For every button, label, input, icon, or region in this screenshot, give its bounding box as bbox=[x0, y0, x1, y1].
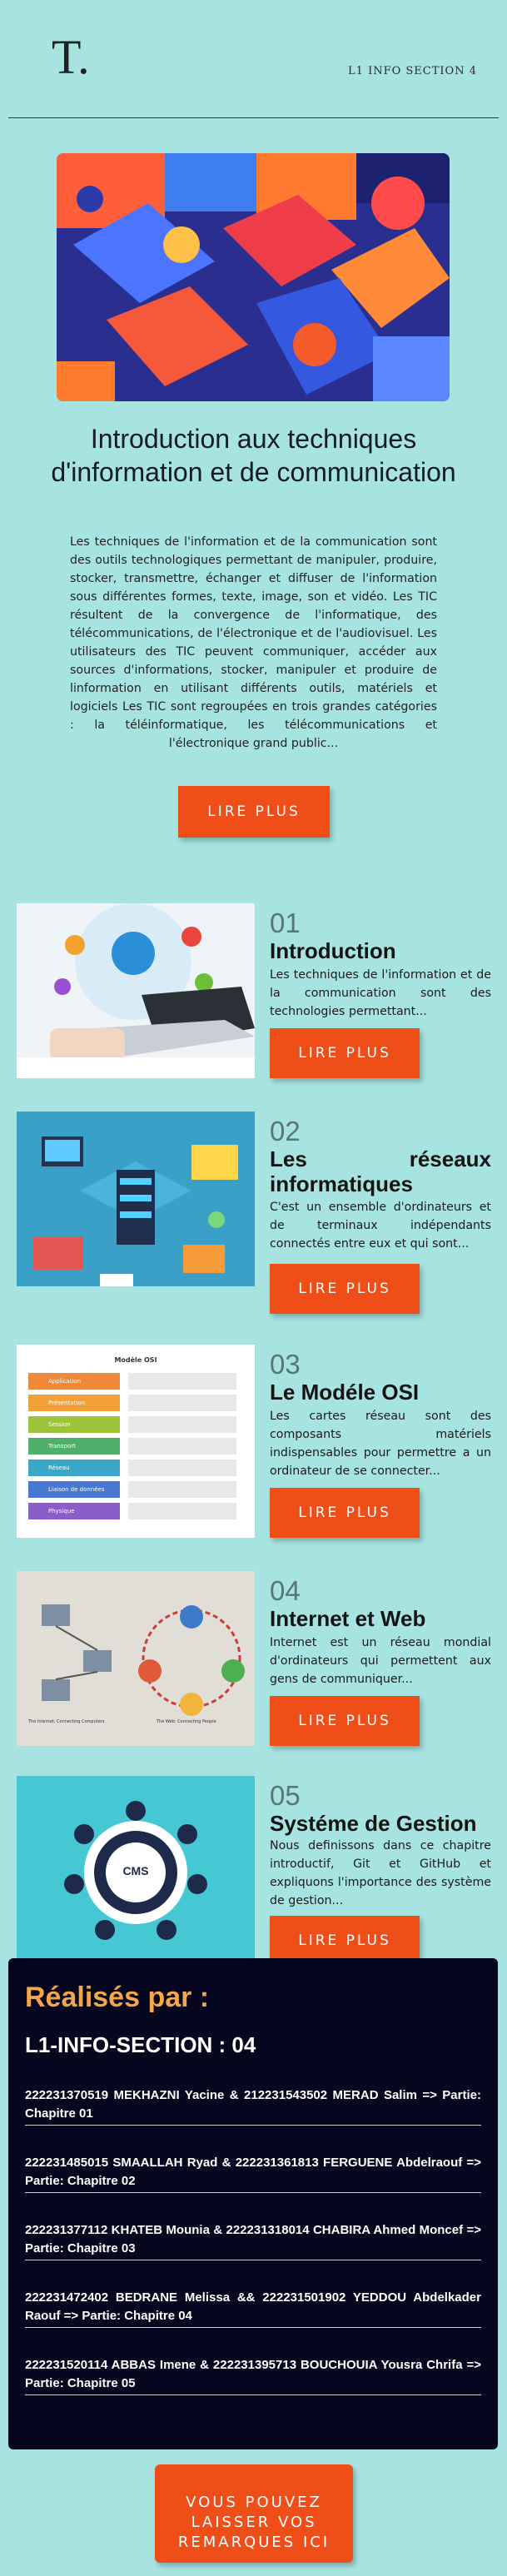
image-caption-internet: The Internet: Connecting Computers bbox=[28, 1719, 105, 1724]
osi-layer: Présentation bbox=[28, 1395, 120, 1411]
chapter-description: C'est un ensemble d'ordinateurs et de te… bbox=[270, 1201, 491, 1251]
chapter-card-05: CMS 05 Systéme de Gestion Nous definisso… bbox=[17, 1776, 491, 1969]
credit-item: 222231520114 ABBAS Imene & 222231395713 … bbox=[25, 2356, 481, 2395]
credit-item: 222231472402 BEDRANE Melissa && 22223150… bbox=[25, 2289, 481, 2328]
chapter-card-03: Modèle OSI Application Présentation Sess… bbox=[17, 1345, 491, 1538]
osi-layer: Physique bbox=[28, 1503, 120, 1519]
header-divider bbox=[8, 117, 499, 118]
credit-item: 222231485015 SMAALLAH Ryad & 22223136181… bbox=[25, 2154, 481, 2193]
chapter-number: 03 bbox=[270, 1349, 301, 1380]
osi-layer: Liaison de données bbox=[28, 1481, 120, 1498]
site-logo[interactable]: T. bbox=[52, 33, 90, 82]
osi-layer: Session bbox=[28, 1416, 120, 1433]
chapter-01-image bbox=[17, 903, 255, 1078]
credits-panel: Réalisés par : L1-INFO-SECTION : 04 2222… bbox=[8, 1958, 498, 2449]
osi-layer-list: Application Présentation Session Transpo… bbox=[28, 1373, 120, 1524]
chapter-title[interactable]: Introduction bbox=[270, 938, 396, 963]
cms-label: CMS bbox=[122, 1864, 149, 1877]
chapter-02-image bbox=[17, 1111, 255, 1286]
chapter-number: 04 bbox=[270, 1575, 301, 1606]
chapter-02-read-more-button[interactable]: LIRE PLUS bbox=[270, 1264, 420, 1314]
chapter-description: Les cartes réseau sont des composants ma… bbox=[270, 1410, 491, 1478]
hero-read-more-button[interactable]: LIRE PLUS bbox=[178, 786, 330, 838]
chapter-03-image: Modèle OSI Application Présentation Sess… bbox=[17, 1345, 255, 1538]
chapter-number: 02 bbox=[270, 1116, 301, 1146]
chapter-description: Nous definissons dans ce chapitre introd… bbox=[270, 1839, 491, 1907]
chapter-04-image: The Internet: Connecting Computers The W… bbox=[17, 1571, 255, 1746]
chapter-01-read-more-button[interactable]: LIRE PLUS bbox=[270, 1028, 420, 1078]
image-caption-web: The Web: Connecting People bbox=[157, 1719, 216, 1724]
chapter-05-image: CMS bbox=[17, 1776, 255, 1969]
feedback-button[interactable]: VOUS POUVEZ LAISSER VOS REMARQUES ICI bbox=[155, 2464, 353, 2563]
osi-layer: Transport bbox=[28, 1438, 120, 1455]
chapter-title[interactable]: Le Modéle OSI bbox=[270, 1380, 419, 1405]
chapter-04-read-more-button[interactable]: LIRE PLUS bbox=[270, 1696, 420, 1746]
osi-layer: Réseau bbox=[28, 1460, 120, 1476]
chapter-title[interactable]: Les réseaux informatiques bbox=[270, 1146, 491, 1196]
chapter-card-04: The Internet: Connecting Computers The W… bbox=[17, 1571, 491, 1746]
hero-title: Introduction aux techniques d'informatio… bbox=[51, 424, 456, 487]
chapter-number: 01 bbox=[270, 908, 301, 938]
chapter-title[interactable]: Systéme de Gestion bbox=[270, 1811, 477, 1836]
hero-description: Les techniques de l'information et de la… bbox=[70, 535, 437, 750]
osi-diagram-title: Modèle OSI bbox=[114, 1356, 157, 1364]
section-label[interactable]: L1 INFO SECTION 4 bbox=[348, 65, 477, 77]
site-header: T. L1 INFO SECTION 4 bbox=[0, 0, 507, 118]
chapter-card-02: 02 Les réseaux informatiques C'est un en… bbox=[17, 1111, 491, 1314]
chapter-03-read-more-button[interactable]: LIRE PLUS bbox=[270, 1488, 420, 1538]
chapter-title-text: Les réseaux informatiques bbox=[270, 1146, 491, 1196]
chapter-card-01: 01 Introduction Les techniques de l'info… bbox=[17, 903, 491, 1078]
chapter-number: 05 bbox=[270, 1780, 301, 1811]
chapter-title[interactable]: Internet et Web bbox=[270, 1606, 425, 1631]
chapter-description: Les techniques de l'information et de la… bbox=[270, 968, 491, 1018]
chapter-description: Internet est un réseau mondial d'ordinat… bbox=[270, 1636, 491, 1686]
credits-title: Réalisés par : bbox=[25, 1982, 210, 2013]
credit-item: 222231377112 KHATEB Mounia & 22223131801… bbox=[25, 2221, 481, 2260]
credit-item: 222231370519 MEKHAZNI Yacine & 212231543… bbox=[25, 2086, 481, 2126]
hero-image bbox=[57, 153, 450, 401]
osi-layer: Application bbox=[28, 1373, 120, 1390]
credits-subtitle: L1-INFO-SECTION : 04 bbox=[25, 2032, 256, 2057]
